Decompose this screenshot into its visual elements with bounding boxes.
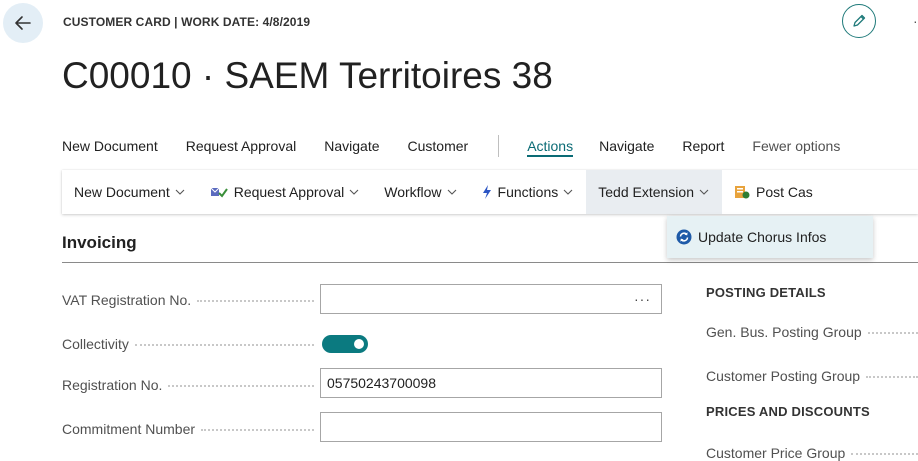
label-leader xyxy=(134,344,314,346)
tab-report[interactable]: Report xyxy=(682,138,724,154)
section-title-invoicing[interactable]: Invoicing xyxy=(62,233,137,253)
back-button[interactable] xyxy=(3,3,43,43)
action-customer[interactable]: Customer xyxy=(408,138,469,154)
action-request-approval[interactable]: Request Approval xyxy=(186,138,297,154)
label-leader xyxy=(851,453,918,455)
commitment-number-input[interactable] xyxy=(320,412,662,442)
label-leader xyxy=(867,332,918,334)
label-leader xyxy=(201,429,314,431)
chevron-down-icon xyxy=(446,186,458,198)
vat-registration-input[interactable]: ··· xyxy=(320,284,662,314)
page-title: C00010 · SAEM Territoires 38 xyxy=(62,55,553,96)
lookup-ellipsis-icon[interactable]: ··· xyxy=(634,291,651,307)
lightning-icon xyxy=(482,185,492,199)
toggle-knob xyxy=(354,339,364,349)
registration-no-label: Registration No. xyxy=(62,377,314,393)
fewer-options-button[interactable]: Fewer options xyxy=(752,138,840,154)
commitment-number-label-text: Commitment Number xyxy=(62,421,196,437)
customer-posting-group-label: Customer Posting Group xyxy=(706,368,918,384)
ribbon-tedd-extension[interactable]: Tedd Extension xyxy=(586,170,722,214)
ribbon-tedd-extension-label: Tedd Extension xyxy=(598,184,694,200)
actions-ribbon: New Document Request Approval Workflow F… xyxy=(62,170,918,214)
section-divider xyxy=(62,262,918,263)
label-leader xyxy=(866,376,918,378)
action-new-document[interactable]: New Document xyxy=(62,138,158,154)
ribbon-new-document[interactable]: New Document xyxy=(62,170,198,214)
action-bar: New Document Request Approval Navigate C… xyxy=(62,132,868,160)
ribbon-workflow[interactable]: Workflow xyxy=(372,170,469,214)
page-context: CUSTOMER CARD | WORK DATE: 4/8/2019 xyxy=(63,15,311,29)
registration-no-value: 05750243700098 xyxy=(327,375,437,391)
post-cash-icon xyxy=(734,184,750,200)
ribbon-request-approval-label: Request Approval xyxy=(233,184,345,200)
tab-navigate[interactable]: Navigate xyxy=(599,138,654,154)
ribbon-post-cash[interactable]: Post Cas xyxy=(722,170,825,214)
collectivity-label: Collectivity xyxy=(62,336,314,352)
customer-price-group-label: Customer Price Group xyxy=(706,445,918,461)
update-chorus-infos-label: Update Chorus Infos xyxy=(698,229,827,245)
ribbon-workflow-label: Workflow xyxy=(384,184,442,200)
pencil-icon xyxy=(853,14,866,27)
ribbon-functions[interactable]: Functions xyxy=(470,170,587,214)
gen-bus-posting-group-label: Gen. Bus. Posting Group xyxy=(706,324,918,340)
arrow-left-icon xyxy=(15,16,31,30)
refresh-icon xyxy=(676,229,692,245)
label-leader xyxy=(168,385,314,387)
collectivity-toggle[interactable] xyxy=(322,335,368,353)
chevron-down-icon xyxy=(698,186,710,198)
approval-icon xyxy=(210,185,228,199)
customer-posting-group-text: Customer Posting Group xyxy=(706,368,861,384)
chevron-down-icon xyxy=(174,186,186,198)
ribbon-new-document-label: New Document xyxy=(74,184,170,200)
ribbon-post-cash-label: Post Cas xyxy=(755,184,813,200)
gen-bus-posting-group-text: Gen. Bus. Posting Group xyxy=(706,324,862,340)
registration-no-label-text: Registration No. xyxy=(62,377,163,393)
chevron-down-icon xyxy=(562,186,574,198)
tab-actions[interactable]: Actions xyxy=(527,138,574,157)
customer-price-group-text: Customer Price Group xyxy=(706,445,846,461)
edit-button[interactable] xyxy=(842,4,876,38)
prices-discounts-heading: PRICES AND DISCOUNTS xyxy=(706,404,870,419)
ribbon-request-approval[interactable]: Request Approval xyxy=(198,170,373,214)
posting-details-heading: POSTING DETAILS xyxy=(706,285,826,300)
vat-registration-label-text: VAT Registration No. xyxy=(62,292,192,308)
commitment-number-label: Commitment Number xyxy=(62,421,314,437)
action-navigate[interactable]: Navigate xyxy=(324,138,379,154)
chevron-down-icon xyxy=(348,186,360,198)
update-chorus-infos-menu-item[interactable]: Update Chorus Infos xyxy=(667,216,873,258)
vat-registration-label: VAT Registration No. xyxy=(62,292,314,308)
collectivity-label-text: Collectivity xyxy=(62,336,129,352)
label-leader xyxy=(197,300,314,302)
more-icon[interactable]: · xyxy=(913,13,918,29)
action-separator xyxy=(498,135,500,157)
registration-no-input[interactable]: 05750243700098 xyxy=(320,368,662,398)
ribbon-functions-label: Functions xyxy=(497,184,559,200)
